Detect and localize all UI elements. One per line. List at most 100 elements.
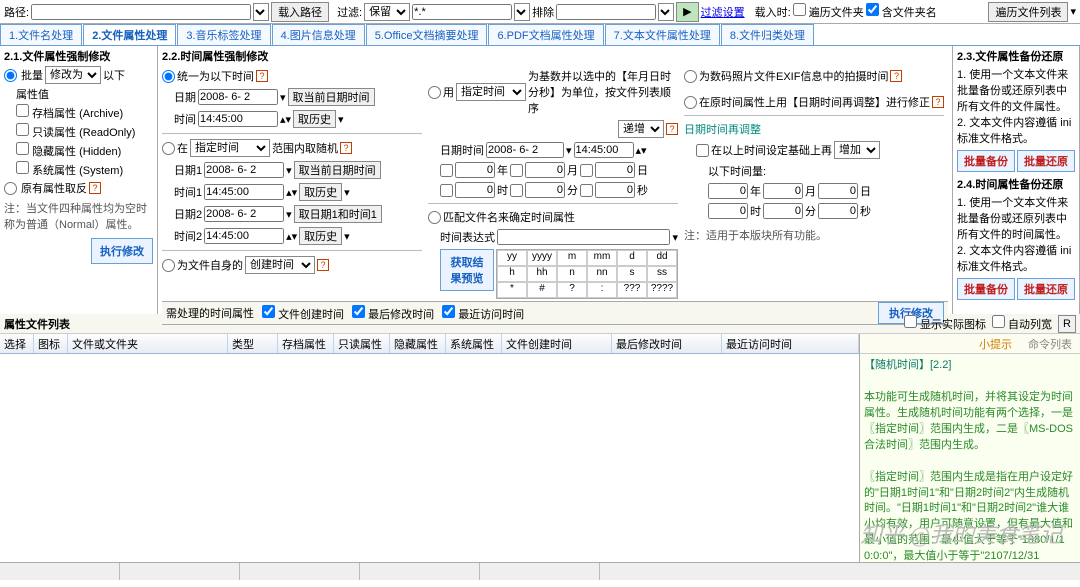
time-input[interactable] — [198, 111, 278, 127]
second-check[interactable] — [580, 184, 593, 197]
help-icon[interactable]: ? — [890, 70, 902, 82]
token-qqq[interactable]: ??? — [617, 282, 647, 298]
help-icon[interactable]: ? — [340, 142, 352, 154]
backup23-button[interactable]: 批量备份 — [957, 150, 1015, 172]
traverse-list-button[interactable]: 遍历文件列表 — [988, 2, 1068, 22]
calendar-icon[interactable]: ▾ — [566, 144, 572, 157]
restore24-button[interactable]: 批量还原 — [1017, 278, 1075, 300]
traverse-folders-check[interactable]: 遍历文件夹 — [793, 3, 864, 20]
get-now1-button[interactable]: 取当前日期时间 — [294, 161, 381, 179]
adj-month[interactable] — [763, 183, 803, 199]
month-input[interactable] — [525, 162, 565, 178]
include-names-check[interactable]: 含文件夹名 — [866, 3, 937, 20]
get-d1t1-button[interactable]: 取日期1和时间1 — [294, 205, 382, 223]
adj-minute[interactable] — [763, 203, 803, 219]
help-icon[interactable]: ? — [89, 182, 101, 194]
hour-check[interactable] — [440, 184, 453, 197]
token-hh[interactable]: hh — [527, 266, 557, 282]
token-h[interactable]: h — [497, 266, 527, 282]
tab-cmd[interactable]: 命令列表 — [1020, 334, 1080, 353]
col-path[interactable]: 文件或文件夹 — [68, 334, 228, 353]
hidden-check[interactable]: 隐藏属性 (Hidden) — [16, 142, 121, 159]
col-icon[interactable]: 图标 — [34, 334, 68, 353]
auto-width-check[interactable]: 自动列宽 — [992, 315, 1052, 332]
r-button[interactable]: R — [1058, 315, 1076, 333]
dt-date-input[interactable] — [486, 142, 564, 158]
calendar-icon[interactable]: ▾ — [286, 208, 292, 221]
token-dd[interactable]: dd — [647, 250, 677, 266]
modify-time-check[interactable]: 最后修改时间 — [352, 305, 434, 322]
go-button[interactable]: ▶ — [676, 2, 698, 22]
spinner-icon[interactable]: ▴▾ — [636, 144, 647, 157]
col-select[interactable]: 选择 — [0, 334, 34, 353]
second-input[interactable] — [595, 182, 635, 198]
token-nn[interactable]: nn — [587, 266, 617, 282]
day-check[interactable] — [580, 164, 593, 177]
exclude-input[interactable] — [556, 4, 656, 20]
use-radio[interactable] — [428, 86, 441, 99]
create-time-check[interactable]: 文件创建时间 — [262, 305, 344, 322]
expr-input[interactable] — [497, 229, 670, 245]
dt-time-input[interactable] — [574, 142, 634, 158]
minute-check[interactable] — [510, 184, 523, 197]
tab-hint[interactable]: 小提示 — [971, 334, 1020, 353]
col-archive[interactable]: 存档属性 — [278, 334, 334, 353]
token-yyyy[interactable]: yyyy — [527, 250, 557, 266]
batch-mode-select[interactable]: 修改为 — [45, 66, 101, 84]
backup24-button[interactable]: 批量备份 — [957, 278, 1015, 300]
archive-check[interactable]: 存档属性 (Archive) — [16, 104, 123, 121]
hour-input[interactable] — [455, 182, 495, 198]
col-access[interactable]: 最近访问时间 — [722, 334, 859, 353]
time1-input[interactable] — [204, 184, 284, 200]
dropdown-icon[interactable]: ▾ — [672, 231, 678, 244]
adj-hour[interactable] — [708, 203, 748, 219]
token-colon[interactable]: : — [587, 282, 617, 298]
token-hash[interactable]: # — [527, 282, 557, 298]
get-now-button[interactable]: 取当前日期时间 — [288, 88, 375, 106]
adj-year[interactable] — [708, 183, 748, 199]
history1-button[interactable]: 取历史 — [299, 183, 342, 201]
tab-pdf[interactable]: 6.PDF文档属性处理 — [488, 24, 603, 45]
spinner-icon[interactable]: ▴▾ — [286, 230, 297, 243]
dropdown-icon[interactable]: ▾ — [344, 230, 350, 243]
year-input[interactable] — [455, 162, 495, 178]
help-icon[interactable]: ? — [256, 70, 268, 82]
help-icon[interactable]: ? — [666, 123, 678, 135]
token-d[interactable]: d — [617, 250, 647, 266]
history-button[interactable]: 取历史 — [293, 110, 336, 128]
token-mm[interactable]: mm — [587, 250, 617, 266]
tab-image-info[interactable]: 4.图片信息处理 — [272, 24, 365, 45]
ontop-check[interactable] — [696, 144, 709, 157]
show-icons-check[interactable]: 显示实际图标 — [904, 315, 986, 332]
adj-second[interactable] — [818, 203, 858, 219]
self-radio[interactable] — [162, 259, 175, 272]
match-radio[interactable] — [428, 211, 441, 224]
exif-radio[interactable] — [684, 70, 697, 83]
dropdown-icon[interactable]: ▾ — [344, 186, 350, 199]
minute-input[interactable] — [525, 182, 565, 198]
token-star[interactable]: * — [497, 282, 527, 298]
date-input[interactable] — [198, 89, 278, 105]
history2-button[interactable]: 取历史 — [299, 227, 342, 245]
col-type[interactable]: 类型 — [228, 334, 278, 353]
filter-mode-select[interactable]: 保留 — [364, 3, 410, 21]
col-create[interactable]: 文件创建时间 — [502, 334, 612, 353]
exclude-dropdown[interactable] — [658, 3, 674, 21]
batch-radio[interactable] — [4, 69, 17, 82]
token-qqqq[interactable]: ???? — [647, 282, 677, 298]
spinner-icon[interactable]: ▴▾ — [286, 186, 297, 199]
day-input[interactable] — [595, 162, 635, 178]
filter-pattern-dropdown[interactable] — [514, 3, 530, 21]
adj-day[interactable] — [818, 183, 858, 199]
dropdown-icon[interactable]: ▾ — [1070, 5, 1076, 18]
token-q[interactable]: ? — [557, 282, 587, 298]
calendar-icon[interactable]: ▾ — [286, 164, 292, 177]
tab-filename[interactable]: 1.文件名处理 — [0, 24, 82, 45]
access-time-check[interactable]: 最近访问时间 — [442, 305, 524, 322]
date2-input[interactable] — [204, 206, 284, 222]
filter-settings-link[interactable]: 过滤设置 — [701, 4, 745, 20]
exec21-button[interactable]: 执行修改 — [91, 238, 153, 264]
token-ss[interactable]: ss — [647, 266, 677, 282]
token-m[interactable]: m — [557, 250, 587, 266]
range-radio[interactable] — [162, 142, 175, 155]
